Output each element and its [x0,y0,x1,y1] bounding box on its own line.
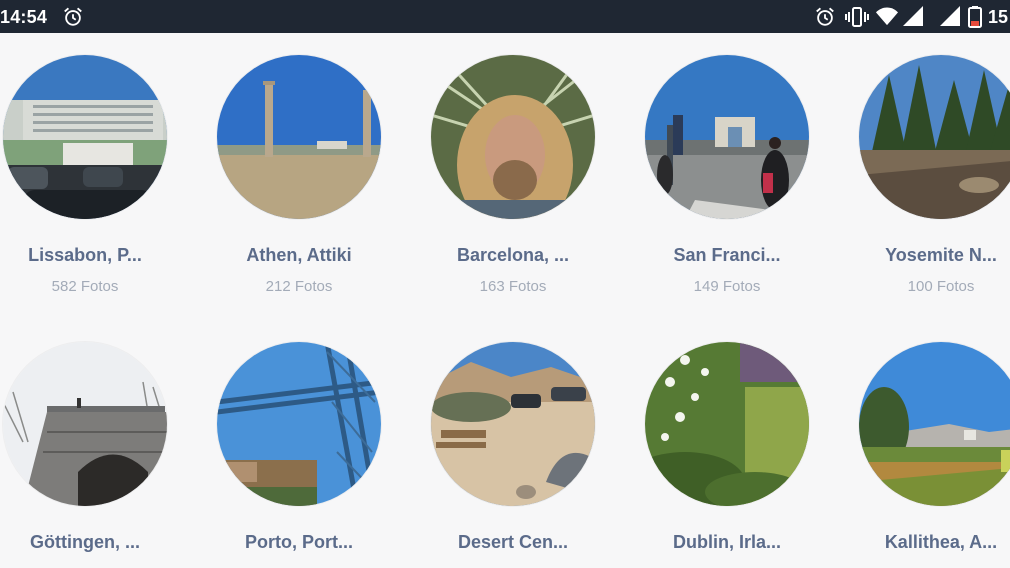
album-photo [645,342,809,506]
battery-level: 15 [988,7,1009,27]
album-photo [3,342,167,506]
album-thumbnail[interactable] [217,55,381,219]
album-photo [217,342,381,506]
album-title: Porto, Port... [245,532,353,552]
album-count: 212 Fotos [265,278,333,295]
album-photo [3,55,167,219]
album-thumbnail[interactable] [431,55,595,219]
album-thumbnail[interactable] [3,342,167,506]
album-card[interactable]: Porto, Port... [214,342,384,565]
album-thumbnail[interactable] [645,342,809,506]
alarm-icon [816,7,834,26]
album-count: 163 Fotos [479,278,547,295]
album-card[interactable]: Athen, Attiki 212 Fotos [214,55,384,295]
album-photo [859,55,1010,219]
album-photo [431,342,595,506]
album-thumbnail[interactable] [645,55,809,219]
album-title: Barcelona, ... [456,245,570,265]
signal-icon [940,6,960,26]
album-card[interactable]: Göttingen, ... [0,342,170,565]
signal-icon [903,6,923,26]
album-card[interactable]: Desert Cen... [428,342,598,565]
album-title: Lissabon, P... [28,245,142,265]
album-card[interactable]: Dublin, Irla... [642,342,812,565]
album-photo [859,342,1010,506]
status-time: 14:54 [0,7,48,27]
album-title: Athen, Attiki [246,245,352,265]
album-title: Göttingen, ... [30,532,140,552]
album-card[interactable]: San Franci... 149 Fotos [642,55,812,295]
album-count: 149 Fotos [693,278,761,295]
album-title: Yosemite N... [885,245,997,265]
album-photo [645,55,809,219]
album-thumbnail[interactable] [431,342,595,506]
album-thumbnail[interactable] [859,55,1010,219]
album-card[interactable]: Lissabon, P... 582 Fotos [0,55,170,295]
battery-icon [968,6,982,28]
album-thumbnail[interactable] [859,342,1010,506]
alarm-icon [64,7,82,26]
album-card[interactable]: Yosemite N... 100 Fotos [856,55,1010,295]
album-thumbnail[interactable] [3,55,167,219]
album-card[interactable]: Kallithea, A... [856,342,1010,565]
wifi-icon [876,7,898,26]
album-title: Desert Cen... [457,532,569,552]
album-photo [217,55,381,219]
vibrate-icon [845,7,869,27]
album-title: Kallithea, A... [884,532,998,552]
album-title: Dublin, Irla... [672,532,781,552]
album-count: 582 Fotos [51,278,119,295]
album-title: San Franci... [673,245,781,265]
status-bar: 14:54 15 [0,0,1010,33]
album-card[interactable]: Barcelona, ... 163 Fotos [428,55,598,295]
album-thumbnail[interactable] [217,342,381,506]
album-count: 100 Fotos [907,278,975,295]
album-photo [431,55,595,219]
